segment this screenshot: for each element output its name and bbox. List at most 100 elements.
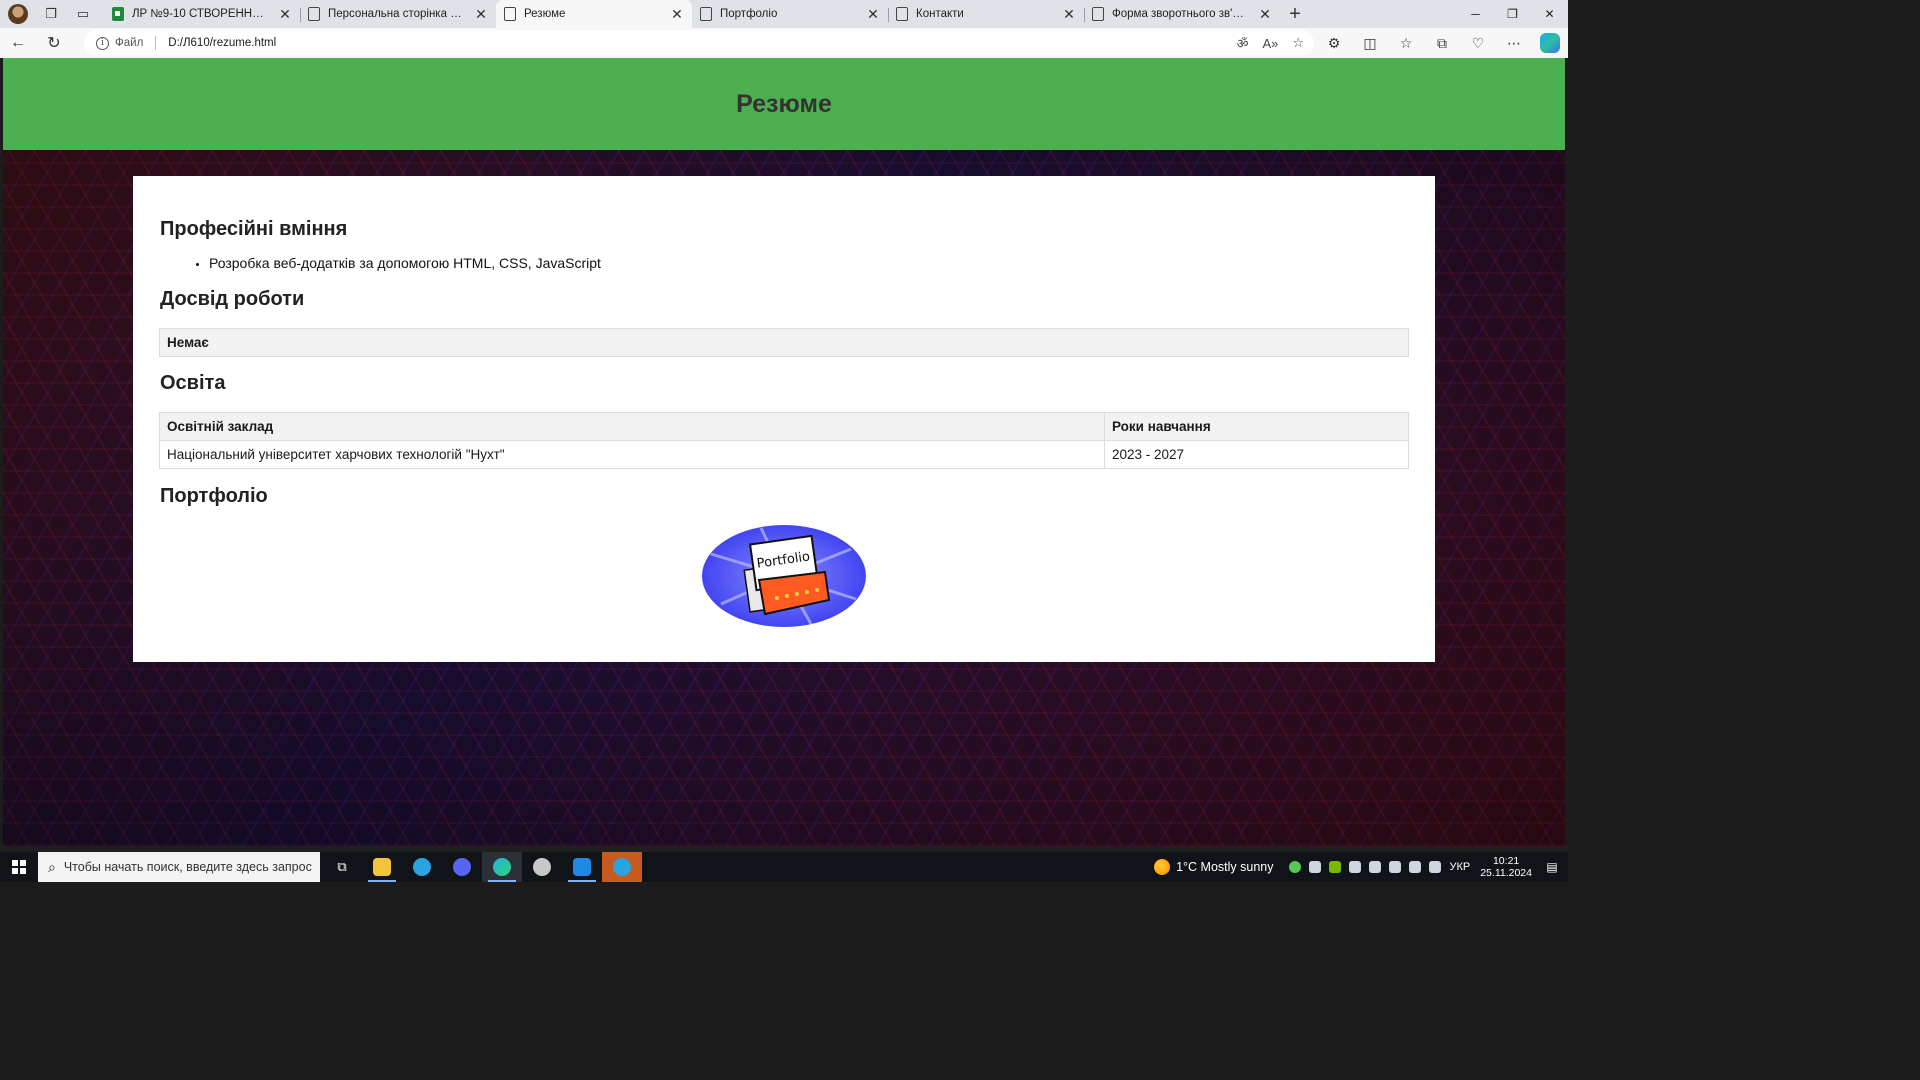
weather-widget[interactable]: 1°C Mostly sunny xyxy=(1154,859,1273,875)
extensions-icon[interactable]: ⚙ xyxy=(1316,28,1352,58)
tab-title: ЛР №9-10 СТВОРЕННЯ ПЕРСОНАЛ xyxy=(132,8,270,20)
more-menu-icon[interactable]: ⋯ xyxy=(1496,28,1532,58)
tab-title: Контакти xyxy=(916,8,964,20)
tray-app-icon[interactable] xyxy=(1289,861,1302,873)
favorite-star-icon[interactable]: ☆ xyxy=(1292,35,1304,51)
page-icon xyxy=(700,7,712,21)
taskbar-search[interactable]: ⌕ Чтобы начать поиск, введите здесь запр… xyxy=(38,852,320,882)
column-header: Освітній заклад xyxy=(159,412,1105,441)
copilot-icon[interactable] xyxy=(1540,33,1560,53)
scheme-label: Файл xyxy=(115,37,144,49)
telegram-icon xyxy=(413,858,431,876)
collections-icon[interactable]: ⧉ xyxy=(1424,28,1460,58)
app-button[interactable] xyxy=(522,852,562,882)
table-header-row: Освітній заклад Роки навчання xyxy=(159,412,1409,441)
page-title: Резюме xyxy=(736,89,832,118)
clock-time: 10:21 xyxy=(1492,855,1520,867)
tray-discord-icon[interactable] xyxy=(1309,861,1322,873)
tab-title: Персональна сторінка фахівця з xyxy=(328,8,466,20)
spreadsheet-icon xyxy=(112,7,124,21)
restore-icon[interactable]: ❐ xyxy=(1494,0,1531,28)
tab-title: Резюме xyxy=(524,8,566,20)
notifications-icon[interactable]: ▤ xyxy=(1542,860,1562,874)
close-icon[interactable]: ✕ xyxy=(1258,6,1272,23)
favorites-icon[interactable]: ☆ xyxy=(1388,28,1424,58)
page-icon xyxy=(896,7,908,21)
education-heading: Освіта xyxy=(160,372,226,394)
new-tab-button[interactable]: + xyxy=(1280,0,1310,28)
tab-4[interactable]: Контакти ✕ xyxy=(888,0,1084,28)
tray-nvidia-icon[interactable] xyxy=(1329,861,1342,873)
toolbar-right: ⚙ ◫ ☆ ⧉ ♡ ⋯ xyxy=(1316,28,1568,58)
edge-button[interactable] xyxy=(482,852,522,882)
tab-2[interactable]: Резюме ✕ xyxy=(496,0,692,28)
windows-taskbar: ⌕ Чтобы начать поиск, введите здесь запр… xyxy=(0,852,1568,882)
close-icon[interactable]: ✕ xyxy=(1062,6,1076,23)
file-explorer-button[interactable] xyxy=(362,852,402,882)
info-icon[interactable]: i xyxy=(96,36,109,50)
translate-icon[interactable]: ॐ xyxy=(1237,34,1249,52)
language-indicator[interactable]: УКР xyxy=(1449,861,1470,873)
read-aloud-icon[interactable]: A» xyxy=(1262,36,1278,51)
task-view-button[interactable]: ⧉ xyxy=(322,852,362,882)
minimize-icon[interactable]: ─ xyxy=(1457,0,1494,28)
address-bar-actions: ॐ A» ☆ xyxy=(1237,30,1304,56)
portfolio-image[interactable]: Portfolio xyxy=(701,524,867,628)
network-icon[interactable] xyxy=(1409,861,1422,873)
start-button[interactable] xyxy=(0,852,38,882)
telegram-button[interactable] xyxy=(402,852,442,882)
close-window-icon[interactable]: ✕ xyxy=(1531,0,1568,28)
telegram-icon xyxy=(613,858,631,876)
skill-item: Розробка веб-додатків за допомогою HTML,… xyxy=(209,255,601,271)
tab-actions-icon[interactable]: ▭ xyxy=(74,5,92,23)
split-screen-icon[interactable]: ◫ xyxy=(1352,28,1388,58)
back-button[interactable]: ← xyxy=(0,28,36,58)
address-bar[interactable]: i Файл D:/Л610/rezume.html ॐ A» ☆ xyxy=(84,30,1314,56)
vscode-icon xyxy=(573,858,591,876)
tab-5[interactable]: Форма зворотнього зв'язку ✕ xyxy=(1084,0,1280,28)
discord-button[interactable] xyxy=(442,852,482,882)
tab-3[interactable]: Портфоліо ✕ xyxy=(692,0,888,28)
page-icon xyxy=(1092,7,1104,21)
site-header: Резюме xyxy=(3,58,1565,150)
education-table: Освітній заклад Роки навчання Національн… xyxy=(159,412,1409,469)
url-text[interactable]: D:/Л610/rezume.html xyxy=(168,37,276,49)
close-icon[interactable]: ✕ xyxy=(474,6,488,23)
search-placeholder: Чтобы начать поиск, введите здесь запрос xyxy=(63,860,312,874)
column-header: Роки навчання xyxy=(1104,412,1409,441)
tray-telegram-icon[interactable] xyxy=(1349,861,1362,873)
profile-avatar[interactable] xyxy=(8,4,28,24)
portfolio-heading: Портфоліо xyxy=(160,485,268,507)
windows-logo-icon xyxy=(12,860,26,874)
volume-icon[interactable] xyxy=(1429,861,1442,873)
browser-essentials-icon[interactable]: ♡ xyxy=(1460,28,1496,58)
tab-strip-left-controls: ❐ ▭ xyxy=(0,0,104,28)
reload-button[interactable]: ↻ xyxy=(36,28,72,58)
task-view-icon: ⧉ xyxy=(337,859,347,874)
clock[interactable]: 10:21 25.11.2024 xyxy=(1480,855,1532,879)
table-cell: Національний університет харчових технол… xyxy=(159,440,1105,469)
vscode-button[interactable] xyxy=(562,852,602,882)
weather-text: 1°C Mostly sunny xyxy=(1176,860,1274,874)
divider xyxy=(155,36,157,50)
edge-icon xyxy=(493,858,511,876)
workspaces-icon[interactable]: ❐ xyxy=(42,5,60,23)
window-controls: ─ ❐ ✕ xyxy=(1457,0,1568,28)
experience-table: Немає xyxy=(159,328,1409,357)
experience-heading: Досвід роботи xyxy=(160,288,305,310)
telegram-alt-button[interactable] xyxy=(602,852,642,882)
close-icon[interactable]: ✕ xyxy=(670,6,684,23)
tab-1[interactable]: Персональна сторінка фахівця з ✕ xyxy=(300,0,496,28)
skills-heading: Професійні вміння xyxy=(160,218,348,240)
browser-toolbar: ← ↻ i Файл D:/Л610/rezume.html ॐ A» ☆ ⚙ … xyxy=(0,28,1568,58)
tab-0[interactable]: ЛР №9-10 СТВОРЕННЯ ПЕРСОНАЛ ✕ xyxy=(104,0,300,28)
system-tray: УКР xyxy=(1289,861,1470,873)
close-icon[interactable]: ✕ xyxy=(866,6,880,23)
microphone-icon[interactable] xyxy=(1389,861,1402,873)
tray-steam-icon[interactable] xyxy=(1369,861,1382,873)
resume-card: Професійні вміння Розробка веб-додатків … xyxy=(133,176,1435,662)
close-icon[interactable]: ✕ xyxy=(278,6,292,23)
page-viewport: Резюме Професійні вміння Розробка веб-до… xyxy=(3,58,1565,846)
tab-title: Форма зворотнього зв'язку xyxy=(1112,8,1250,20)
search-icon: ⌕ xyxy=(48,858,56,875)
